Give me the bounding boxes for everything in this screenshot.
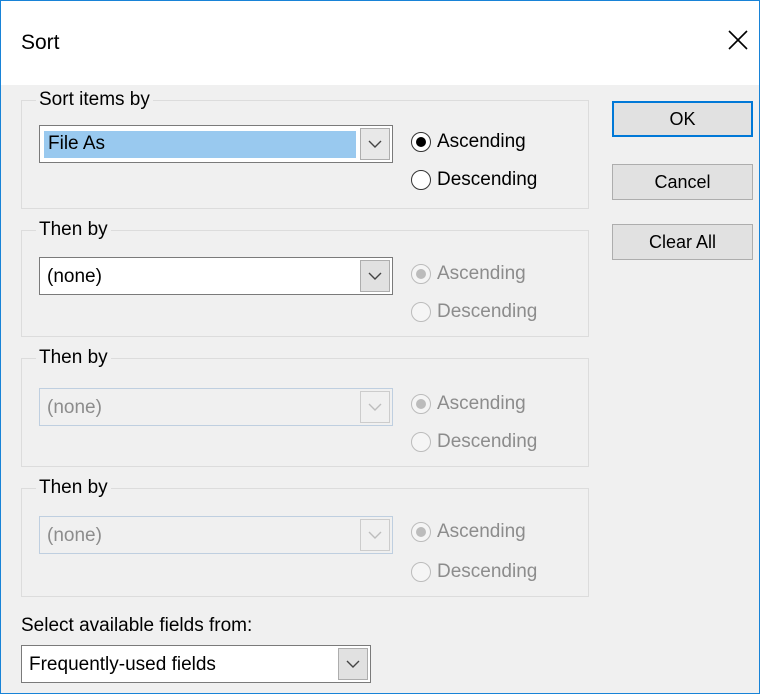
ok-button[interactable]: OK — [612, 101, 753, 137]
dropdown-button[interactable] — [360, 128, 390, 160]
radio-label: Descending — [437, 169, 538, 190]
ascending-radio[interactable]: Ascending — [411, 131, 526, 153]
chevron-down-icon — [368, 140, 382, 148]
ascending-radio: Ascending — [411, 263, 526, 285]
title-bar: Sort — [1, 1, 759, 85]
then-by-select-1[interactable]: (none) — [39, 257, 393, 295]
selected-value: Frequently-used fields — [29, 654, 216, 675]
ascending-radio: Ascending — [411, 521, 526, 543]
chevron-down-icon — [368, 531, 382, 539]
chevron-down-icon — [368, 272, 382, 280]
radio-icon — [411, 302, 431, 322]
radio-label: Ascending — [437, 131, 526, 152]
radio-icon — [411, 170, 431, 190]
sort-dialog: Sort Sort items by File As Ascending Des… — [0, 0, 760, 694]
radio-selected-icon — [411, 264, 431, 284]
descending-radio[interactable]: Descending — [411, 169, 537, 191]
descending-radio: Descending — [411, 431, 537, 453]
group-legend: Then by — [39, 219, 108, 240]
radio-label: Ascending — [437, 521, 526, 542]
clear-all-button[interactable]: Clear All — [612, 224, 753, 260]
radio-label: Descending — [437, 561, 538, 582]
selected-value: (none) — [47, 266, 102, 287]
sort-field-select[interactable]: File As — [39, 125, 393, 163]
radio-label: Descending — [437, 431, 538, 452]
radio-selected-icon — [411, 522, 431, 542]
descending-radio: Descending — [411, 301, 537, 323]
radio-label: Descending — [437, 301, 538, 322]
cancel-button[interactable]: Cancel — [612, 164, 753, 200]
radio-selected-icon — [411, 394, 431, 414]
selected-value: (none) — [47, 397, 102, 418]
dropdown-button — [360, 519, 390, 551]
dialog-title: Sort — [21, 31, 60, 54]
group-legend: Then by — [39, 477, 108, 498]
dropdown-button[interactable] — [338, 648, 368, 680]
ascending-radio: Ascending — [411, 393, 526, 415]
group-legend: Sort items by — [39, 89, 150, 110]
radio-label: Ascending — [437, 393, 526, 414]
then-by-select-2: (none) — [39, 388, 393, 426]
selected-value: (none) — [47, 525, 102, 546]
group-legend: Then by — [39, 347, 108, 368]
descending-radio: Descending — [411, 561, 537, 583]
radio-icon — [411, 432, 431, 452]
chevron-down-icon — [368, 403, 382, 411]
fields-from-label: Select available fields from: — [21, 615, 253, 636]
dropdown-button[interactable] — [360, 260, 390, 292]
selected-value: File As — [44, 131, 356, 158]
radio-icon — [411, 562, 431, 582]
radio-selected-icon — [411, 132, 431, 152]
chevron-down-icon — [346, 660, 360, 668]
radio-label: Ascending — [437, 263, 526, 284]
close-icon[interactable] — [723, 25, 753, 55]
fields-from-select[interactable]: Frequently-used fields — [21, 645, 371, 683]
then-by-select-3: (none) — [39, 516, 393, 554]
dropdown-button — [360, 391, 390, 423]
